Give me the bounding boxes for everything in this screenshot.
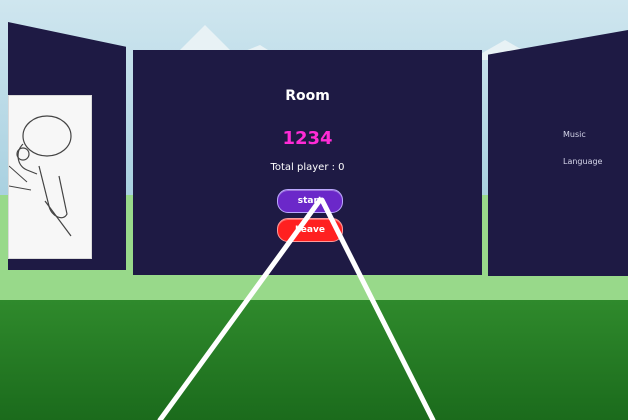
- laser-pointers: [157, 197, 436, 420]
- right-laser-pointer: [319, 197, 436, 420]
- vr-scene: Room 1234 Total player : 0 start Leave M…: [0, 0, 628, 420]
- left-laser-pointer: [157, 197, 323, 420]
